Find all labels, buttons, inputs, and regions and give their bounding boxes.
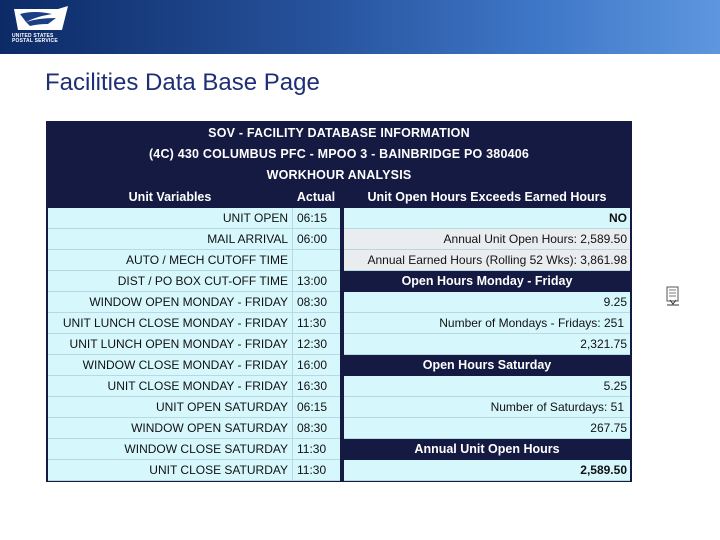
annual-open-hours-label: Annual Unit Open Hours: [443,232,577,246]
table-row-value: 11:30 [292,460,340,481]
table-row-label: DIST / PO BOX CUT-OFF TIME [48,271,292,292]
annual-earned-hours-label: Annual Earned Hours (Rolling 52 Wks): [367,253,577,267]
table-row-value: 11:30 [292,313,340,334]
sat-total-value: 267.75 [344,418,630,439]
table-title-line: (4C) 430 COLUMBUS PFC - MPOO 3 - BAINBRI… [148,147,530,161]
table-row-label: UNIT OPEN SATURDAY [48,397,292,418]
table-row-label: WINDOW CLOSE SATURDAY [48,439,292,460]
column-header-unit-variables: Unit Variables [48,187,292,207]
table-row-label: AUTO / MECH CUTOFF TIME [48,250,292,271]
mf-total-value: 2,321.75 [344,334,630,355]
table-row-value: 06:00 [292,229,340,250]
section-header-annual-open: Annual Unit Open Hours [344,439,630,460]
table-row-value: 11:30 [292,439,340,460]
facility-database-table: SOV - FACILITY DATABASE INFORMATION (4C)… [46,121,632,482]
document-download-icon[interactable] [665,286,681,306]
table-row-value: 12:30 [292,334,340,355]
table-row-value [292,250,340,271]
table-title: SOV - FACILITY DATABASE INFORMATION (4C)… [46,121,632,186]
saturdays-value: 51 [610,400,624,414]
annual-earned-hours-row: Annual Earned Hours (Rolling 52 Wks): 3,… [344,250,630,271]
section-header-monday-friday: Open Hours Monday - Friday [344,271,630,292]
table-row-value: 06:15 [292,397,340,418]
mondays-row: Number of Mondays - Fridays: 251 [344,313,630,334]
table-row-value: 08:30 [292,418,340,439]
section-header-exceeds: Unit Open Hours Exceeds Earned Hours [344,187,630,207]
saturdays-label: Number of Saturdays: [490,400,608,414]
table-row-value: 08:30 [292,292,340,313]
table-title-line: SOV - FACILITY DATABASE INFORMATION [208,126,470,140]
table-row-value: 16:00 [292,355,340,376]
table-row-label: UNIT LUNCH CLOSE MONDAY - FRIDAY [48,313,292,334]
sat-hours-value: 5.25 [344,376,630,397]
table-row-label: UNIT CLOSE SATURDAY [48,460,292,481]
table-row-label: UNIT LUNCH OPEN MONDAY - FRIDAY [48,334,292,355]
logo-text: UNITED STATES POSTAL SERVICE [12,34,58,44]
header-banner: UNITED STATES POSTAL SERVICE [0,0,720,54]
saturdays-row: Number of Saturdays: 51 [344,397,630,418]
exceeds-value: NO [344,208,630,229]
annual-earned-hours-value: 3,861.98 [580,253,627,267]
usps-logo: UNITED STATES POSTAL SERVICE [10,6,70,46]
table-row-label: MAIL ARRIVAL [48,229,292,250]
section-header-saturday: Open Hours Saturday [344,355,630,376]
table-row-label: UNIT OPEN [48,208,292,229]
column-header-actual: Actual [292,187,340,207]
table-title-line: WORKHOUR ANALYSIS [266,168,412,182]
table-row-value: 06:15 [292,208,340,229]
table-row-label: WINDOW OPEN MONDAY - FRIDAY [48,292,292,313]
annual-open-hours-value: 2,589.50 [580,232,627,246]
table-row-value: 13:00 [292,271,340,292]
table-row-label: UNIT CLOSE MONDAY - FRIDAY [48,376,292,397]
page-title: Facilities Data Base Page [45,69,320,96]
eagle-logo-icon [14,6,68,30]
annual-open-hours-row: Annual Unit Open Hours: 2,589.50 [344,229,630,250]
mondays-value: 251 [603,316,624,330]
mondays-label: Number of Mondays - Fridays: [439,316,601,330]
table-row-label: WINDOW OPEN SATURDAY [48,418,292,439]
mf-hours-value: 9.25 [344,292,630,313]
table-row-value: 16:30 [292,376,340,397]
logo-text-line2: POSTAL SERVICE [12,38,58,44]
annual-total-value: 2,589.50 [344,460,630,481]
table-row-label: WINDOW CLOSE MONDAY - FRIDAY [48,355,292,376]
